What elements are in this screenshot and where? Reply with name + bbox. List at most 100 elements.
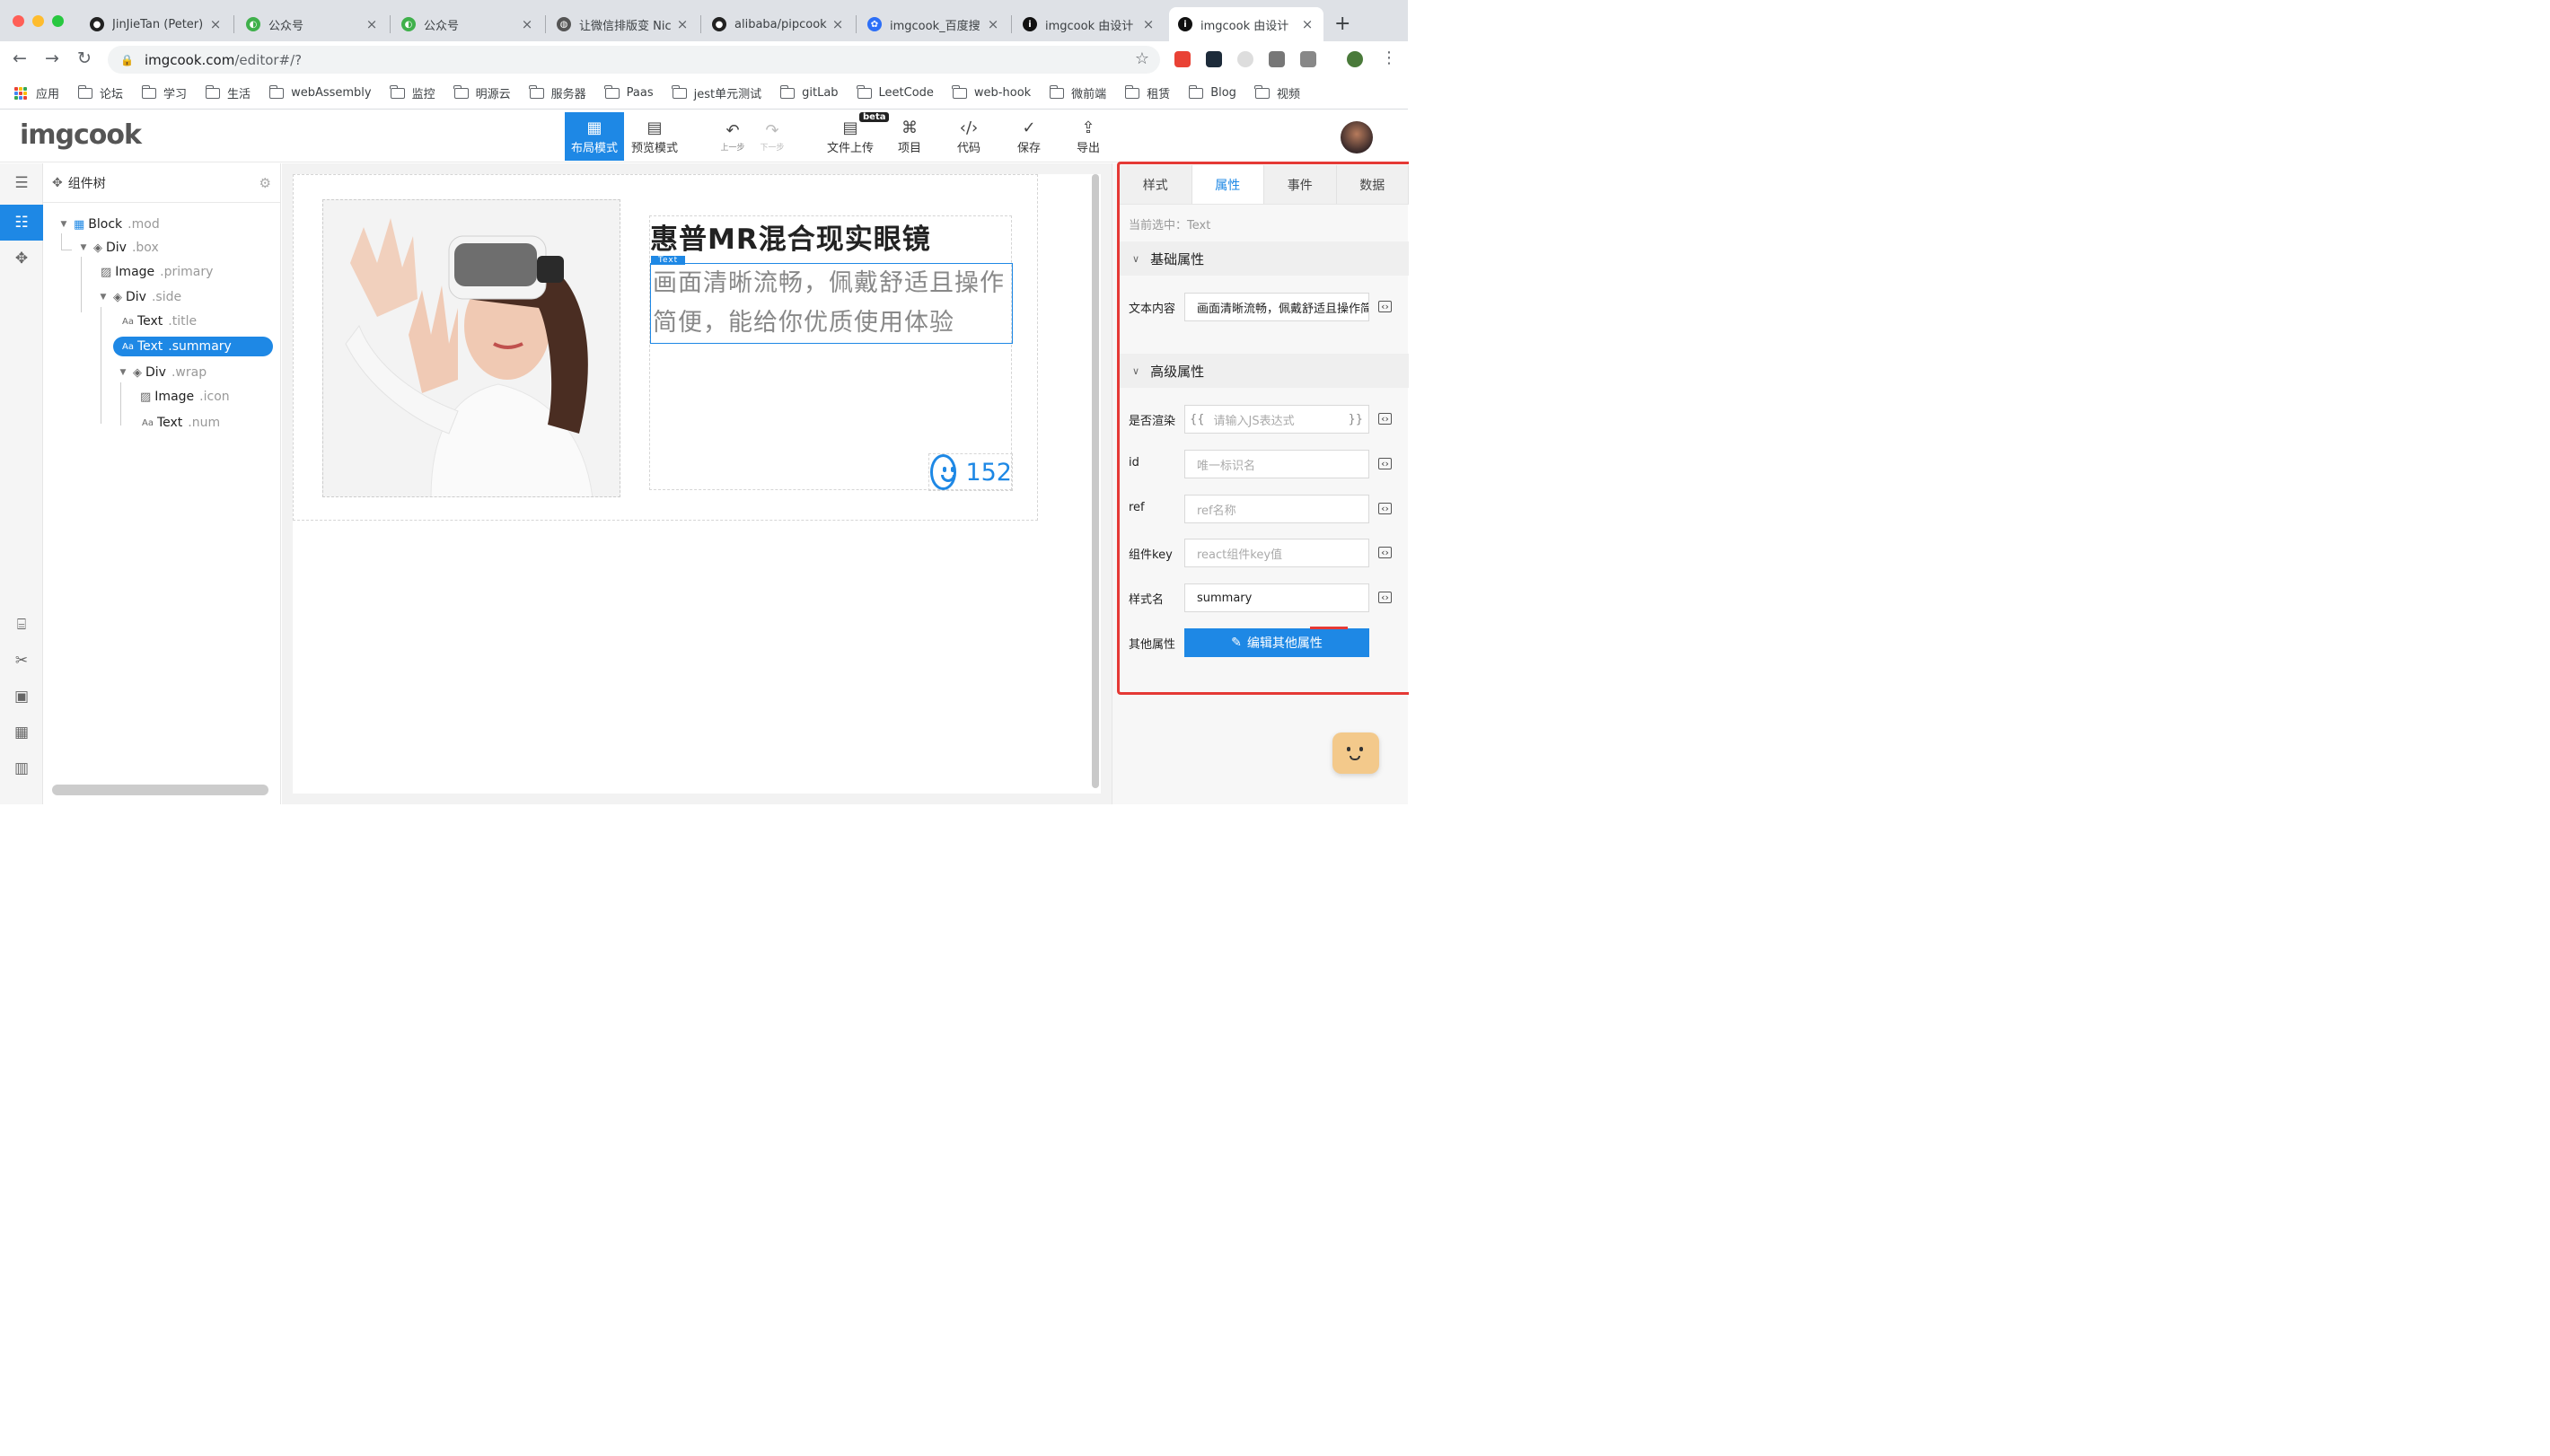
layers-icon: ◈ [93,241,102,255]
code-icon: ‹/› [959,118,979,137]
tree-node-text-title[interactable]: Aa Text .title [122,311,197,331]
tree-node-image-primary[interactable]: ▨ Image .primary [101,262,213,282]
bookmark-folder[interactable]: 明源云 [453,84,511,101]
browser-tab[interactable]: ◐ 公众号 × [392,7,543,41]
block-mod[interactable]: 惠普MR混合现实眼镜 Text 画面清晰流畅，佩戴舒适且操作简便，能给你优质使用… [293,174,1038,521]
bookmark-folder[interactable]: 学习 [141,84,187,101]
export-button[interactable]: ⇪ 导出 [1059,112,1118,161]
canvas-scrollbar[interactable] [1092,174,1099,788]
component-tree-panel: ✥ 组件树 ⚙ ▼ ▦ Block .mod ▼ ◈ Div .box ▨ Imag… [43,163,281,804]
tree-node-block[interactable]: ▼ ▦ Block .mod [57,215,160,234]
bookmark-apps[interactable]: 应用 [14,84,59,101]
baidu-icon: ✿ [867,17,882,31]
bookmark-folder[interactable]: 监控 [390,84,435,101]
save-button[interactable]: ✓ 保存 [999,112,1059,161]
back-arrow-icon[interactable]: ← [13,48,27,68]
close-icon[interactable]: × [520,16,534,32]
react-devtools-icon[interactable] [1206,51,1222,67]
minimize-window-button[interactable] [32,15,44,27]
settings-icon[interactable]: ⚙ [259,175,271,191]
menu-icon[interactable]: ☰ [0,165,43,201]
folder-icon [1049,84,1065,99]
bookmark-folder[interactable]: 服务器 [529,84,586,101]
browser-tab[interactable]: ● alibaba/pipcook × [703,7,854,41]
more-menu-icon[interactable]: ⋮ [1381,48,1397,67]
div-wrap[interactable]: 152 [928,453,1013,491]
puzzle-icon[interactable]: ✥ [0,241,43,276]
bookmark-folder[interactable]: LeetCode [857,84,934,100]
forward-arrow-icon[interactable]: → [45,48,59,68]
bookmark-folder[interactable]: jest单元测试 [672,84,761,101]
close-icon[interactable]: × [675,16,690,32]
tree-node-div-wrap[interactable]: ▼ ◈ Div .wrap [117,363,207,382]
zoom-window-button[interactable] [52,15,64,27]
caret-down-icon[interactable]: ▼ [57,220,70,229]
close-icon[interactable]: × [208,16,223,32]
bookmark-folder[interactable]: 微前端 [1049,84,1106,101]
text-icon: Aa [122,316,134,327]
bookmark-folder[interactable]: gitLab [779,84,839,100]
close-icon[interactable]: × [986,16,1000,32]
layout-mode-button[interactable]: ▦ 布局模式 [565,112,624,161]
caret-down-icon[interactable]: ▼ [97,293,110,302]
extension-icon[interactable] [1300,51,1316,67]
tree-scrollbar[interactable] [52,785,268,795]
redo-button[interactable]: ↷ 下一步 [743,112,802,161]
code-button[interactable]: ‹/› 代码 [939,112,998,161]
browser-tab[interactable]: i imgcook 由设计 × [1014,7,1165,41]
url-field[interactable]: 🔒 imgcook.com/editor#/? ☆ [108,46,1160,74]
count-number[interactable]: 152 [965,459,1012,487]
component-tree-icon[interactable]: ☷ [0,205,43,241]
bookmark-folder[interactable]: Paas [604,84,654,100]
product-title[interactable]: 惠普MR混合现实眼镜 [650,216,931,257]
undo-icon: ↶ [725,120,740,140]
close-window-button[interactable] [13,15,24,27]
reload-icon[interactable]: ↻ [77,48,92,68]
browser-tab-active[interactable]: i imgcook 由设计 × [1169,7,1323,41]
extension-icon[interactable] [1237,51,1253,67]
smile-icon[interactable] [930,454,957,490]
artboard: 惠普MR混合现实眼镜 Text 画面清晰流畅，佩戴舒适且操作简便，能给你优质使用… [293,174,1101,794]
bookmark-folder[interactable]: web-hook [952,84,1031,100]
assistant-bot-icon[interactable] [1332,732,1379,774]
tree-node-div-box[interactable]: ▼ ◈ Div .box [77,238,159,258]
extension-icon[interactable] [1174,51,1191,67]
tree-node-text-num[interactable]: Aa Text .num [142,413,220,433]
browser-tab[interactable]: ◐ 公众号 × [237,7,388,41]
bookmark-folder[interactable]: 论坛 [77,84,123,101]
calendar-icon[interactable]: ▦ [0,715,43,750]
div-side[interactable]: 惠普MR混合现实眼镜 Text 画面清晰流畅，佩戴舒适且操作简便，能给你优质使用… [649,215,1013,491]
bookmark-folder[interactable]: Blog [1188,84,1236,100]
bookmark-folder[interactable]: 租赁 [1124,84,1170,101]
tree-node-text-summary[interactable]: Aa Text .summary [113,337,273,356]
imgcook-logo[interactable]: imgcook [20,119,142,151]
close-icon[interactable]: × [1141,16,1156,32]
close-icon[interactable]: × [831,16,845,32]
close-icon[interactable]: × [365,16,379,32]
caret-down-icon[interactable]: ▼ [117,368,129,377]
document-icon[interactable]: ▥ [0,750,43,786]
new-tab-button[interactable]: + [1334,13,1350,35]
tree-node-div-side[interactable]: ▼ ◈ Div .side [97,287,182,307]
code-icon[interactable]: ⌸ [0,607,43,643]
bookmark-star-icon[interactable]: ☆ [1135,49,1149,68]
bookmark-folder[interactable]: webAssembly [268,84,372,100]
bookmark-folder[interactable]: 生活 [205,84,251,101]
close-icon[interactable]: × [1300,16,1315,32]
bookmark-folder[interactable]: 视频 [1254,84,1300,101]
image-icon[interactable]: ▣ [0,679,43,715]
browser-tab[interactable]: ◍ 让微信排版变 Nic × [548,7,699,41]
avatar[interactable] [1341,121,1373,153]
browser-tab[interactable]: ● JinJieTan (Peter) × [81,7,232,41]
tree-node-image-icon[interactable]: ▨ Image .icon [140,387,230,407]
profile-icon[interactable] [1347,51,1363,67]
preview-mode-button[interactable]: ▤ 预览模式 [625,112,684,161]
product-summary-selected[interactable]: Text 画面清晰流畅，佩戴舒适且操作简便，能给你优质使用体验 [650,256,1013,344]
product-image[interactable] [322,199,620,497]
beta-badge: beta [859,112,890,122]
selection-type-tag: Text [651,256,686,265]
caret-down-icon[interactable]: ▼ [77,243,90,252]
tools-icon[interactable]: ✂ [0,643,43,679]
browser-tab[interactable]: ✿ imgcook_百度搜 × [858,7,1009,41]
vue-devtools-icon[interactable] [1269,51,1285,67]
